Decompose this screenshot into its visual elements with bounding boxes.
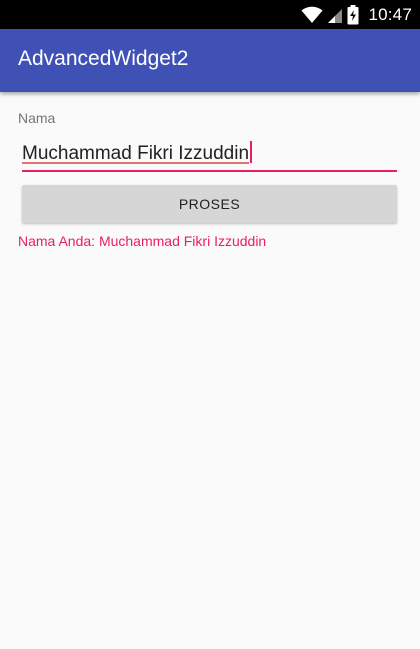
battery-charging-icon [347,4,359,25]
result-text: Nama Anda: Muchammad Fikri Izzuddin [18,233,267,249]
proses-button-label: PROSES [178,196,241,212]
name-input-value: Muchammad Fikri Izzuddin [22,143,250,164]
proses-button[interactable]: PROSES [22,185,397,223]
app-bar: AdvancedWidget2 [0,29,420,92]
clock: 10:47 [368,4,412,24]
name-label: Nama [18,110,56,126]
signal-icon [328,6,343,24]
status-icons: 10:47 [301,0,412,29]
text-cursor [250,141,253,163]
app-title: AdvancedWidget2 [18,47,189,70]
name-input[interactable]: Muchammad Fikri Izzuddin [22,140,397,172]
status-bar: 10:47 [0,0,420,29]
wifi-icon [301,6,323,24]
